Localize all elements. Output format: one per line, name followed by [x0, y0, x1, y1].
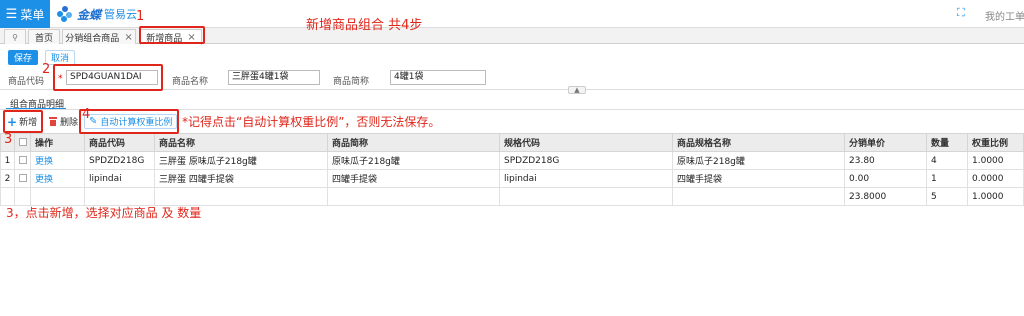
annotation-step2-number: 2: [42, 62, 51, 77]
menu-icon: ☰: [5, 6, 18, 22]
annotation-box-step3: [3, 110, 43, 133]
product-short-name-label: 商品简称: [333, 77, 370, 87]
summary-weight: 1.0000: [967, 187, 1024, 206]
menu-label: 菜单: [20, 7, 45, 22]
annotation-box-step2: [53, 64, 163, 91]
summary-empty-cell: [14, 187, 31, 206]
tab-home[interactable]: 首页: [28, 29, 60, 44]
row-number: 1: [0, 151, 15, 170]
select-all-checkbox[interactable]: [18, 138, 27, 146]
product-code-label: 商品代码: [8, 77, 45, 87]
cell-product-code: lipindai: [84, 169, 155, 188]
my-tickets-link[interactable]: 我的工单: [985, 8, 1024, 23]
cell-product-name: 三胖蛋 四罐手提袋: [154, 169, 328, 188]
cell-sku-code: lipindai: [499, 169, 673, 188]
summary-row: 23.8000 5 1.0000: [0, 187, 1024, 206]
cell-quantity[interactable]: 1: [926, 169, 968, 188]
row-checkbox[interactable]: [18, 156, 27, 164]
replace-link[interactable]: 更换: [30, 169, 85, 188]
summary-empty-cell: [499, 187, 673, 206]
row-checkbox-cell: [14, 169, 31, 188]
top-bar: ☰ 菜单 金蝶 管易云 ⛶ 我的工单: [0, 0, 1024, 28]
summary-empty-cell: [154, 187, 328, 206]
cell-short-name: 四罐手提袋: [327, 169, 500, 188]
logo-name: 金蝶: [77, 7, 102, 22]
logo: 金蝶 管易云: [57, 5, 137, 23]
column-header: 商品简称: [327, 133, 500, 152]
row-checkbox-cell: [14, 151, 31, 170]
delete-label: 删除: [60, 118, 79, 128]
annotation-step1-number: 1: [136, 9, 145, 24]
table-row[interactable]: 2 更换 lipindai 三胖蛋 四罐手提袋 四罐手提袋 lipindai 四…: [0, 169, 1024, 188]
trash-icon: [49, 117, 57, 126]
row-checkbox[interactable]: [18, 174, 27, 182]
summary-quantity: 5: [926, 187, 968, 206]
close-icon[interactable]: ×: [124, 32, 132, 43]
column-header: 商品规格名称: [672, 133, 845, 152]
column-header: 操作: [30, 133, 85, 152]
summary-empty-cell: [84, 187, 155, 206]
cell-price[interactable]: 0.00: [844, 169, 927, 188]
cell-price[interactable]: 23.80: [844, 151, 927, 170]
annotation-title: 新增商品组合 共4步: [306, 18, 423, 33]
product-name-input[interactable]: 三胖蛋4罐1袋: [228, 70, 320, 85]
tab-distribution-combo[interactable]: 分销组合商品 ×: [62, 29, 136, 44]
summary-empty-cell: [0, 187, 15, 206]
detail-table: 操作 商品代码 商品名称 商品简称 规格代码 商品规格名称 分销单价 数量 权重…: [0, 133, 1024, 206]
tab-label: 分销组合商品: [65, 33, 120, 44]
annotation-step4-note: *记得点击“自动计算权重比例”，否则无法保存。: [182, 115, 441, 129]
summary-empty-cell: [672, 187, 845, 206]
column-header: 分销单价: [844, 133, 927, 152]
cell-sku-name: 原味瓜子218g罐: [672, 151, 845, 170]
summary-price: 23.8000: [844, 187, 927, 206]
annotation-step4-number: 4: [82, 107, 91, 122]
product-short-name-input[interactable]: 4罐1袋: [390, 70, 486, 85]
table-header-row: 操作 商品代码 商品名称 商品简称 规格代码 商品规格名称 分销单价 数量 权重…: [0, 133, 1024, 152]
logo-subtitle: 管易云: [104, 8, 138, 21]
column-header: 数量: [926, 133, 968, 152]
summary-empty-cell: [327, 187, 500, 206]
menu-button[interactable]: ☰ 菜单: [0, 0, 50, 28]
summary-empty-cell: [30, 187, 85, 206]
column-header: 商品代码: [84, 133, 155, 152]
logo-icon: [57, 6, 73, 22]
cell-product-name: 三胖蛋 原味瓜子218g罐: [154, 151, 328, 170]
cell-sku-code: SPDZD218G: [499, 151, 673, 170]
row-number: 2: [0, 169, 15, 188]
annotation-step3-note: 3，点击新增，选择对应商品 及 数量: [6, 206, 202, 220]
column-header: 商品名称: [154, 133, 328, 152]
cell-quantity[interactable]: 4: [926, 151, 968, 170]
cell-weight[interactable]: 0.0000: [967, 169, 1024, 188]
tab-search[interactable]: ⚲: [4, 29, 26, 44]
table-row[interactable]: 1 更换 SPDZD218G 三胖蛋 原味瓜子218g罐 原味瓜子218g罐 S…: [0, 151, 1024, 170]
tab-label: 首页: [34, 33, 53, 44]
collapse-handle[interactable]: ▲: [568, 86, 586, 94]
annotation-step3-number: 3: [4, 132, 13, 147]
column-header: 规格代码: [499, 133, 673, 152]
annotation-box-step1: [139, 26, 205, 44]
search-icon: ⚲: [12, 32, 18, 42]
fullscreen-icon[interactable]: ⛶: [957, 7, 967, 18]
cell-short-name: 原味瓜子218g罐: [327, 151, 500, 170]
cell-sku-name: 四罐手提袋: [672, 169, 845, 188]
cell-weight[interactable]: 1.0000: [967, 151, 1024, 170]
product-name-label: 商品名称: [172, 77, 209, 87]
select-all-header: [14, 133, 31, 152]
annotation-box-step4: [79, 109, 179, 134]
delete-button[interactable]: 删除: [49, 114, 78, 129]
cell-product-code: SPDZD218G: [84, 151, 155, 170]
column-header: 权重比例: [967, 133, 1024, 152]
save-button[interactable]: 保存: [8, 50, 38, 65]
replace-link[interactable]: 更换: [30, 151, 85, 170]
